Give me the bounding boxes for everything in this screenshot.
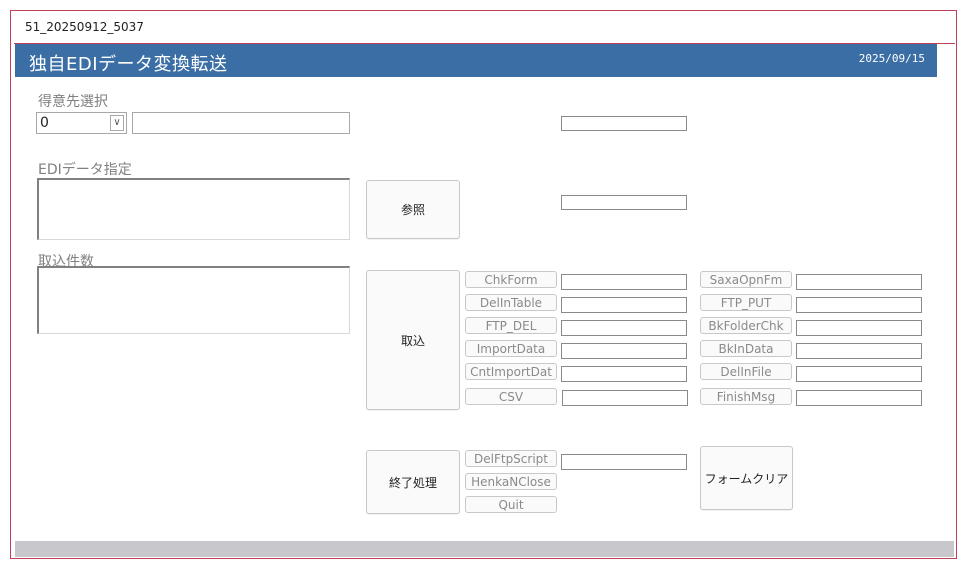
step-ftp-put-button[interactable]: FTP_PUT <box>700 294 792 311</box>
edi-file-field[interactable] <box>561 195 687 210</box>
step-chkform-field[interactable] <box>561 274 687 290</box>
document-tab[interactable]: 51_20250912_5037 <box>25 20 144 34</box>
count-field[interactable] <box>37 266 350 334</box>
step-cntimportdat-button[interactable]: CntImportDat <box>465 363 557 380</box>
step-delftpscript-button[interactable]: DelFtpScript <box>465 450 557 467</box>
step-delftpscript-field[interactable] <box>561 454 687 470</box>
step-saxaopnfm-field[interactable] <box>796 274 922 290</box>
customer-label: 得意先選択 <box>38 94 108 110</box>
step-bkindata-field[interactable] <box>796 343 922 359</box>
edi-label: EDIデータ指定 <box>38 162 132 178</box>
step-delintable-field[interactable] <box>561 297 687 313</box>
step-finishmsg-field[interactable] <box>796 390 922 406</box>
browse-button[interactable]: 参照 <box>366 180 460 239</box>
step-saxaopnfm-button[interactable]: SaxaOpnFm <box>700 271 792 288</box>
customer-name-field[interactable] <box>132 112 350 134</box>
customer-code-field[interactable] <box>561 116 687 131</box>
step-delinfile-field[interactable] <box>796 366 922 382</box>
header-date: 2025/09/15 <box>858 52 925 65</box>
app-title: 独自EDIデータ変換転送 <box>29 54 228 75</box>
import-button[interactable]: 取込 <box>366 270 460 410</box>
step-importdata-field[interactable] <box>561 343 687 359</box>
step-delinfile-button[interactable]: DelInFile <box>700 363 792 380</box>
step-bkfolderchk-field[interactable] <box>796 320 922 336</box>
step-cntimportdat-field[interactable] <box>561 366 687 382</box>
step-ftp-put-field[interactable] <box>796 297 922 313</box>
step-ftp-del-button[interactable]: FTP_DEL <box>465 317 557 334</box>
edi-path-field[interactable] <box>37 178 350 240</box>
step-quit-button[interactable]: Quit <box>465 496 557 513</box>
step-chkform-button[interactable]: ChkForm <box>465 271 557 288</box>
customer-combo[interactable]: 0 ∨ <box>36 112 127 134</box>
finish-button[interactable]: 終了処理 <box>366 450 460 514</box>
chevron-down-icon[interactable]: ∨ <box>110 115 124 131</box>
step-csv-field[interactable] <box>562 390 688 406</box>
step-importdata-button[interactable]: ImportData <box>465 340 557 357</box>
step-finishmsg-button[interactable]: FinishMsg <box>700 388 792 405</box>
step-ftp-del-field[interactable] <box>561 320 687 336</box>
status-bar <box>15 541 954 557</box>
step-csv-button[interactable]: CSV <box>465 388 557 405</box>
title-bar: 独自EDIデータ変換転送 2025/09/15 <box>15 44 937 77</box>
form-clear-button[interactable]: フォームクリア <box>700 446 793 510</box>
customer-combo-value: 0 <box>40 115 49 131</box>
step-delintable-button[interactable]: DelInTable <box>465 294 557 311</box>
step-bkfolderchk-button[interactable]: BkFolderChk <box>700 317 792 334</box>
step-henkanclose-button[interactable]: HenkaNClose <box>465 473 557 490</box>
step-bkindata-button[interactable]: BkInData <box>700 340 792 357</box>
